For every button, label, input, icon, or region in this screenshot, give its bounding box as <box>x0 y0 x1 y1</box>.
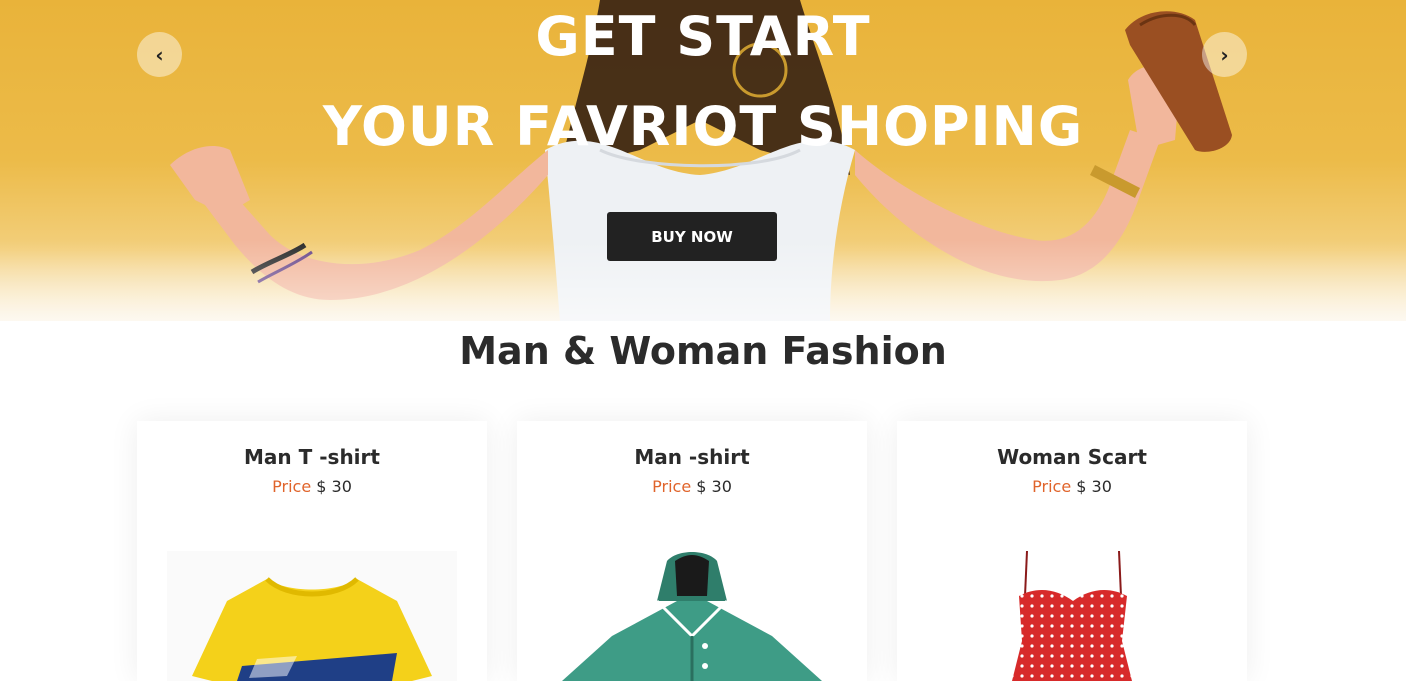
product-card[interactable]: Man -shirt Price $ 30 <box>517 421 867 681</box>
chevron-right-icon: › <box>1220 42 1229 67</box>
product-name: Man T -shirt <box>244 445 380 469</box>
price-label: Price <box>272 477 312 496</box>
carousel-next-button[interactable]: › <box>1202 32 1247 77</box>
product-image-yellow-tshirt <box>167 551 457 681</box>
product-image-green-shirt <box>562 552 822 681</box>
section-title: Man & Woman Fashion <box>459 329 947 373</box>
product-price: Price $ 30 <box>517 476 867 498</box>
product-image-red-polka-dress <box>1012 550 1132 681</box>
buy-now-button[interactable]: BUY NOW <box>607 212 777 261</box>
price-label: Price <box>652 477 692 496</box>
hero-title-line2: YOUR FAVRIOT SHOPING <box>322 95 1084 158</box>
price-value: $ 30 <box>696 477 732 496</box>
product-name: Woman Scart <box>997 445 1147 469</box>
product-price: Price $ 30 <box>137 476 487 498</box>
product-name: Man -shirt <box>634 445 750 469</box>
carousel-prev-button[interactable]: ‹ <box>137 32 182 77</box>
price-value: $ 30 <box>1076 477 1112 496</box>
product-card[interactable]: Woman Scart Price $ 30 <box>897 421 1247 681</box>
hero-banner: GET START YOUR FAVRIOT SHOPING BUY NOW ‹… <box>0 0 1406 321</box>
chevron-left-icon: ‹ <box>155 42 164 67</box>
price-value: $ 30 <box>316 477 352 496</box>
price-label: Price <box>1032 477 1072 496</box>
product-price: Price $ 30 <box>897 476 1247 498</box>
hero-title-line1: GET START <box>535 5 871 68</box>
product-card[interactable]: Man T -shirt Price $ 30 <box>137 421 487 681</box>
